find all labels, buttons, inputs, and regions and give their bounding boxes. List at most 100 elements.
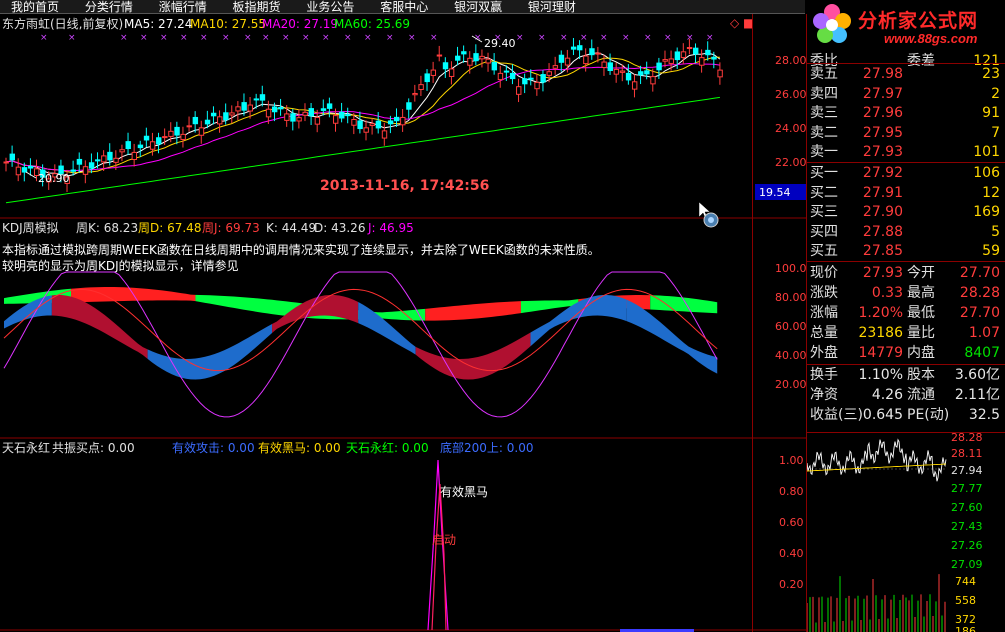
ask-2-row[interactable]: 卖四 27.97 2 (807, 85, 1005, 104)
low-price-label: 20.90 (38, 172, 70, 185)
quote-field-row: 总量 23186 量比 1.07 (807, 323, 1005, 343)
kdj-tick-40: 40.00 (775, 349, 807, 362)
field-label: 涨跌 (810, 285, 838, 301)
ask-4-row[interactable]: 卖二 27.95 7 (807, 124, 1005, 143)
menu-item-rank[interactable]: 涨幅行情 (148, 1, 218, 13)
bid-5-label: 买五 (810, 243, 838, 259)
svg-text:×: × (580, 33, 588, 43)
svg-text:×: × (120, 33, 128, 43)
mini-vol-3: 186 (955, 625, 976, 632)
field-value: 14779 (858, 345, 903, 361)
kdj-d: 周D: 67.48 (138, 221, 201, 235)
field-label: 流通 (907, 387, 935, 403)
ask-4-label: 卖二 (810, 124, 838, 141)
mini-vol-1: 558 (955, 594, 976, 607)
svg-text:×: × (644, 33, 652, 43)
quote-field-row: 净资 4.26 流通 2.11亿 (807, 385, 1005, 405)
svg-text:×: × (262, 33, 270, 43)
field-value: 27.70 (959, 305, 1000, 321)
bid-4-row[interactable]: 买四 27.88 5 (807, 223, 1005, 242)
cursor-price: 19.54 (759, 186, 791, 199)
quote-field-row: 现价 27.93 今开 27.70 (807, 263, 1005, 283)
field-value: 2.11亿 (954, 387, 1000, 403)
field-value: 3.60亿 (954, 367, 1000, 383)
field-value: 1.10% (858, 367, 903, 383)
bid-3-price: 27.90 (862, 204, 903, 220)
menu-item-notice[interactable]: 业务公告 (295, 1, 365, 13)
quote-field-row: 外盘 14779 内盘 8407 (807, 343, 1005, 363)
menu-item-licai[interactable]: 银河理财 (517, 1, 587, 13)
menu-item-home[interactable]: 我的首页 (0, 1, 70, 13)
field-label: 净资 (810, 387, 838, 403)
quote-field-row: 涨幅 1.20% 最低 27.70 (807, 303, 1005, 323)
ma60-label: MA60: 25.69 (334, 17, 410, 31)
bid-3-volume: 169 (973, 204, 1000, 220)
bid-1-label: 买一 (810, 165, 838, 181)
svg-text:×: × (180, 33, 188, 43)
ask-5-price: 27.93 (862, 144, 903, 160)
ask-5-row[interactable]: 卖一 27.93 101 (807, 143, 1005, 162)
menu-item-service[interactable]: 客服中心 (369, 1, 439, 13)
mini-tick-1: 28.11 (951, 447, 983, 460)
bid-3-label: 买三 (810, 204, 838, 220)
field-value: 32.5 (968, 407, 1000, 423)
quote-field-row: 涨跌 0.33 最高 28.28 (807, 283, 1005, 303)
svg-text:×: × (538, 33, 546, 43)
menu-item-shuangying[interactable]: 银河双赢 (443, 1, 513, 13)
ask-3-row[interactable]: 卖三 27.96 91 (807, 104, 1005, 123)
ask-4-price: 27.95 (862, 124, 903, 141)
signal-heima: 有效黑马: 0.00 (258, 440, 341, 455)
mini-tick-2: 27.94 (951, 464, 983, 477)
field-value: 28.28 (959, 285, 1000, 301)
bid-1-volume: 106 (973, 165, 1000, 181)
bid-3-row[interactable]: 买三 27.90 169 (807, 203, 1005, 222)
svg-text:×: × (664, 33, 672, 43)
menu-item-futures[interactable]: 板指期货 (222, 1, 292, 13)
timestamp: 2013-11-16, 17:42:56 (320, 178, 489, 194)
sig-tick-06: 0.60 (779, 516, 804, 529)
field-value: 1.07 (968, 325, 1000, 341)
signal-dibu: 底部200上: 0.00 (440, 440, 533, 455)
field-value: 23186 (858, 325, 903, 341)
intraday-mini-chart[interactable]: 28.28 28.11 27.94 27.77 27.60 27.43 27.2… (806, 432, 1005, 632)
mini-tick-7: 27.09 (951, 558, 983, 571)
ask-1-volume: 23 (982, 66, 1000, 82)
chart-area[interactable]: 东方雨虹(日线,前复权) MA5: 27.24 MA10: 27.55 MA20… (0, 14, 752, 632)
kdj-j: 周J: 69.73 (202, 221, 260, 235)
ma20-label: MA20: 27.19 (262, 17, 338, 31)
kdj-tick-60: 60.00 (775, 320, 807, 333)
bid-4-volume: 5 (991, 223, 1000, 240)
y-tick-24: 24.00 (775, 122, 807, 135)
menu-bar: 我的首页 分类行情 涨幅行情 板指期货 业务公告 客服中心 银河双赢 银河理财 (0, 0, 805, 14)
bid-5-row[interactable]: 买五 27.85 59 (807, 242, 1005, 261)
kdj-title: KDJ周模拟 (2, 221, 59, 235)
ask-5-volume: 101 (973, 144, 1000, 160)
field-label: 换手 (810, 367, 838, 383)
price-axis: 28.00 26.00 24.00 22.00 19.54 100.0 80.0… (752, 14, 807, 632)
signal-gongzhen: 共振买点: 0.00 (52, 441, 135, 455)
bid-1-row[interactable]: 买一 27.92 106 (807, 164, 1005, 183)
svg-text:×: × (222, 33, 230, 43)
kdj-k: 周K: 68.23 (76, 221, 138, 235)
bid-2-label: 买二 (810, 184, 838, 201)
sig-tick-02: 0.20 (779, 578, 804, 591)
ask-4-volume: 7 (991, 124, 1000, 141)
bid-2-price: 27.91 (862, 184, 903, 201)
field-value: 0.33 (871, 285, 903, 301)
quote-panel: 委比 委差 121 卖五 27.98 23 卖四 27.97 2 卖三 27.96 91 卖二 27… (806, 14, 1005, 432)
ask-1-row[interactable]: 卖五 27.98 23 (807, 65, 1005, 84)
mini-tick-6: 27.26 (951, 539, 983, 552)
kdj-tick-100: 100.0 (775, 262, 807, 275)
svg-text:×: × (622, 33, 630, 43)
menu-item-category[interactable]: 分类行情 (74, 1, 144, 13)
signal-yonghong: 天石永红: 0.00 (346, 440, 429, 455)
field-label: 外盘 (810, 345, 838, 361)
signal-markers: × × × × × × × × × × × × × × × × × × × × × × × × × × × × × × (40, 33, 714, 43)
field-value: 27.70 (959, 265, 1000, 281)
field-label: 内盘 (907, 345, 935, 361)
field-label: 涨幅 (810, 305, 838, 321)
bid-2-row[interactable]: 买二 27.91 12 (807, 184, 1005, 203)
mini-tick-0: 28.28 (951, 433, 983, 444)
ask-5-label: 卖一 (810, 144, 838, 160)
svg-text:×: × (244, 33, 252, 43)
